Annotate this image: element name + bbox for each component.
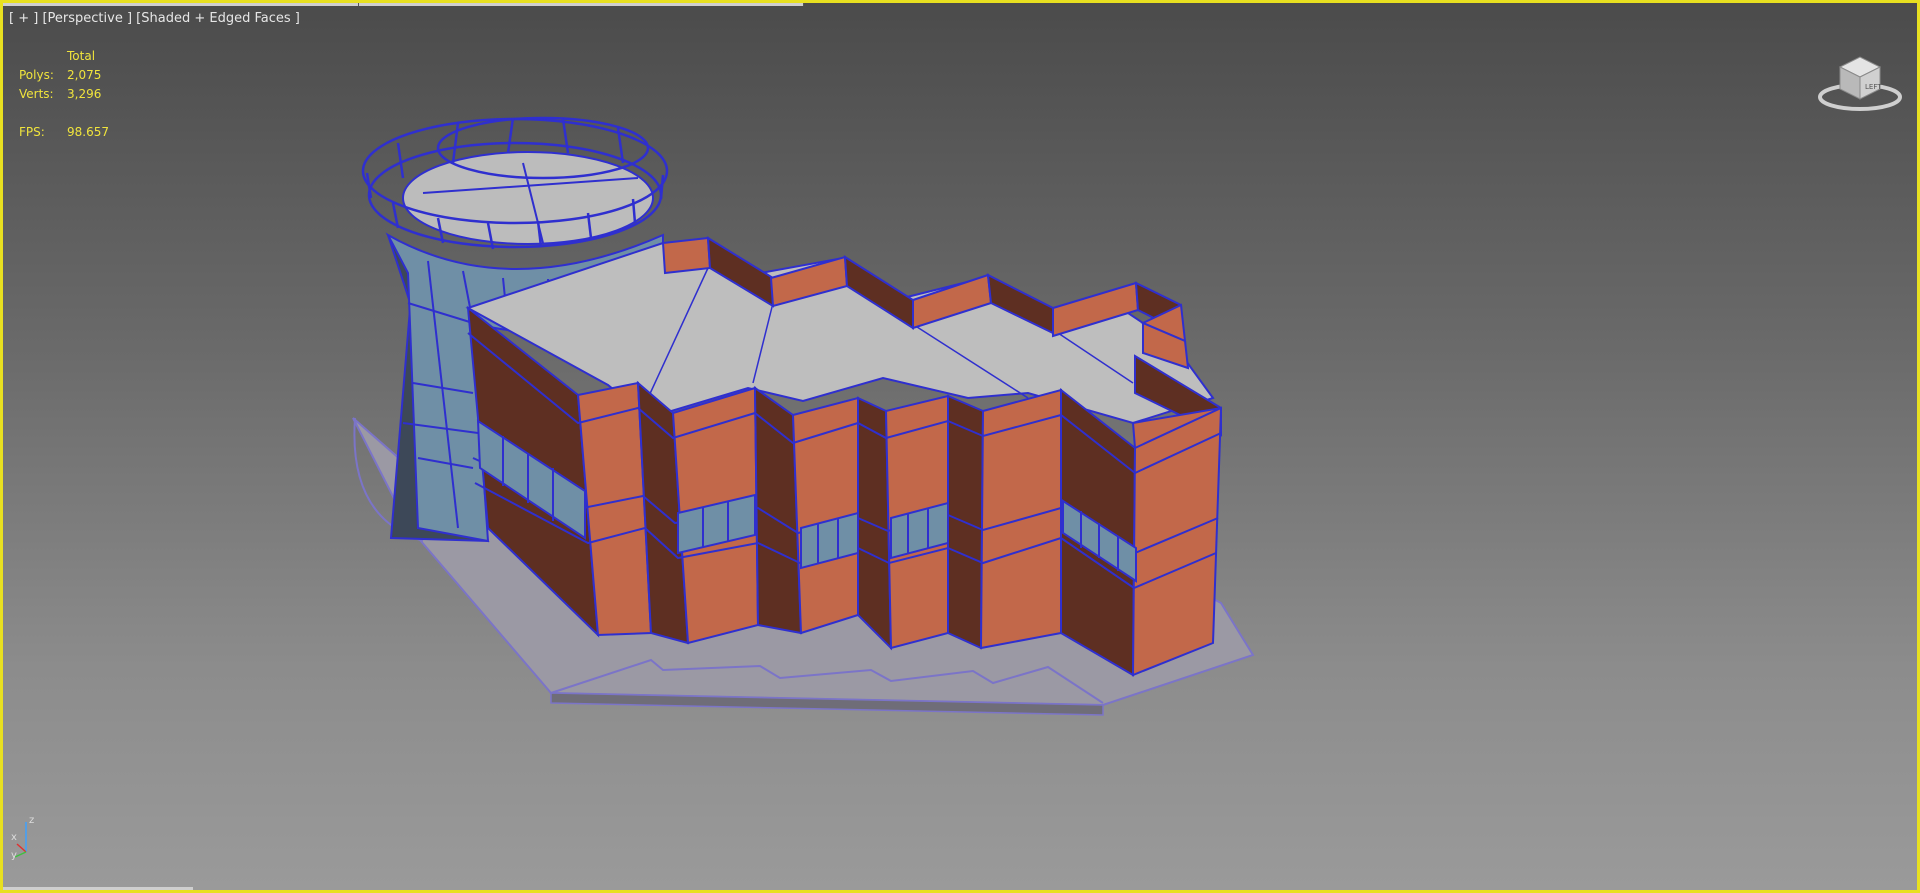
- viewport-bottom-strip: [3, 887, 193, 890]
- viewcube-face-label[interactable]: LEFT: [1865, 83, 1882, 91]
- axis-x-label: x: [11, 832, 17, 843]
- axis-gizmo: z x y: [11, 815, 34, 860]
- perspective-viewport[interactable]: [ + ] [Perspective ] [Shaded + Edged Fac…: [0, 0, 1920, 893]
- scene-render[interactable]: [3, 3, 1917, 890]
- viewcube[interactable]: LEFT: [1815, 47, 1905, 117]
- axis-y-label: y: [11, 850, 17, 860]
- axis-z-label: z: [29, 815, 34, 826]
